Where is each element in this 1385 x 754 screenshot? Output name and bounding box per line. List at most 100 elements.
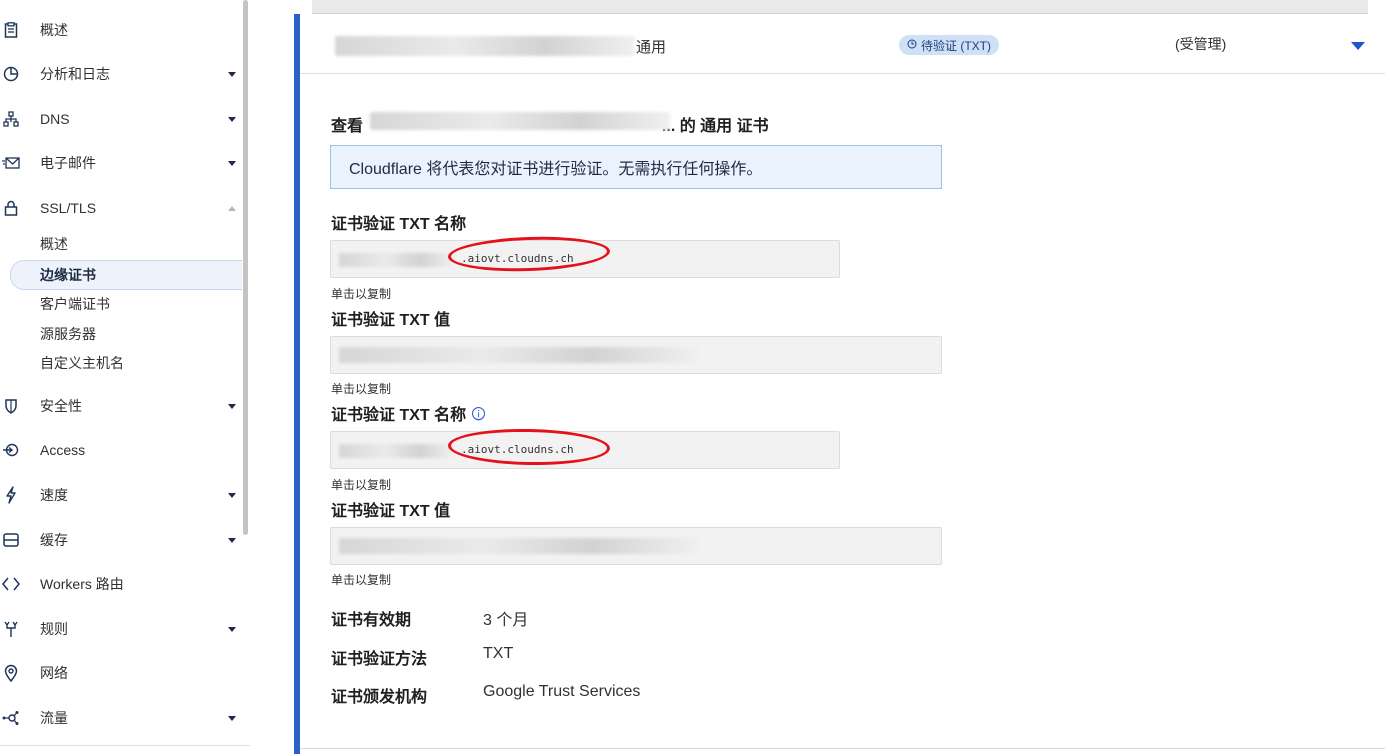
- network-icon: [2, 110, 20, 128]
- chevron-down-icon: [228, 537, 236, 543]
- copy-hint: 单击以复制: [331, 382, 392, 396]
- txt-value-2-copy-box[interactable]: [330, 527, 942, 565]
- sidebar-item-label: 分析和日志: [40, 66, 110, 82]
- sidebar-item-label: Access: [40, 442, 86, 458]
- field-label-text: 证书验证 TXT 名称: [331, 407, 467, 424]
- pie-chart-icon: [2, 65, 20, 83]
- sidebar-item-access[interactable]: Access: [0, 435, 242, 465]
- sidebar-scrollbar[interactable]: [243, 0, 248, 535]
- certificate-authority-value: Google Trust Services: [483, 683, 641, 700]
- sidebar-item-label: 网络: [40, 665, 68, 681]
- info-banner: Cloudflare 将代表您对证书进行验证。无需执行任何操作。: [330, 145, 942, 189]
- sidebar-item-label: 规则: [40, 621, 68, 637]
- certificate-authority-label: 证书颁发机构: [331, 689, 428, 706]
- sidebar-item-security[interactable]: 安全性: [0, 391, 242, 421]
- redacted-hostname: [335, 36, 635, 56]
- cache-icon: [2, 531, 20, 549]
- chevron-down-icon: [228, 160, 236, 166]
- sidebar-divider: [0, 745, 250, 746]
- sidebar-subitem-label: 源服务器: [40, 326, 96, 342]
- sidebar-item-label: DNS: [40, 111, 70, 127]
- info-banner-text: Cloudflare 将代表您对证书进行验证。无需执行任何操作。: [349, 161, 763, 178]
- sidebar-subitem-label: 客户端证书: [40, 296, 110, 312]
- status-badge: 待验证 (TXT): [899, 35, 999, 55]
- info-icon[interactable]: ⓘ: [472, 406, 485, 423]
- sidebar-item-analytics[interactable]: 分析和日志: [0, 59, 242, 89]
- field-label-text: 证书验证 TXT 值: [331, 503, 451, 520]
- sidebar-item-rules[interactable]: 规则: [0, 614, 242, 644]
- clock-icon: [907, 38, 917, 52]
- sidebar-item-label: 电子邮件: [40, 155, 96, 171]
- validation-method-value: TXT: [483, 645, 514, 662]
- sidebar-item-traffic[interactable]: 流量: [0, 703, 242, 733]
- panel-title-suffix: ... 的 通用 证书: [661, 118, 769, 135]
- sidebar-item-email[interactable]: 电子邮件: [0, 148, 242, 178]
- certificate-type: 通用: [636, 39, 667, 56]
- redacted-title-hostname: [370, 112, 670, 130]
- validation-method-label: 证书验证方法: [331, 651, 428, 668]
- redacted-value: [339, 444, 454, 458]
- sidebar-item-label: 速度: [40, 487, 68, 503]
- sidebar-subitem-label: 概述: [40, 236, 68, 252]
- table-header-strip: [312, 0, 1368, 14]
- validity-value: 3 个月: [483, 612, 529, 629]
- field-label-text: 证书验证 TXT 名称: [331, 216, 467, 233]
- sidebar-item-label: 安全性: [40, 398, 82, 414]
- sidebar-item-workers-routes[interactable]: Workers 路由: [0, 569, 242, 599]
- sidebar-subitem-origin-server[interactable]: 源服务器: [40, 321, 96, 347]
- sidebar-item-speed[interactable]: 速度: [0, 480, 242, 510]
- lightning-icon: [2, 486, 20, 504]
- copy-hint: 单击以复制: [331, 287, 392, 301]
- clipboard-icon: [2, 21, 20, 39]
- txt-value-1-copy-box[interactable]: [330, 336, 942, 374]
- redacted-value: [339, 347, 699, 363]
- expand-row-button[interactable]: [1351, 42, 1365, 50]
- copy-hint: 单击以复制: [331, 573, 392, 587]
- shield-icon: [2, 397, 20, 415]
- field-label-txt-name-2: 证书验证 TXT 名称 ⓘ: [331, 401, 485, 425]
- panel-title-prefix: 查看: [331, 118, 364, 135]
- field-label-txt-name-1: 证书验证 TXT 名称: [331, 210, 466, 234]
- validity-label: 证书有效期: [331, 612, 412, 629]
- sidebar: 概述 分析和日志 DNS 电子邮件 SSL/TLS 概述 边缘证书 客户端证书 …: [0, 0, 250, 754]
- sidebar-item-caching[interactable]: 缓存: [0, 525, 242, 555]
- chevron-down-icon: [228, 492, 236, 498]
- sidebar-item-label: 概述: [40, 22, 68, 38]
- access-icon: [2, 441, 20, 459]
- sidebar-subitem-ssl-overview[interactable]: 概述: [40, 231, 68, 257]
- sidebar-item-label: 缓存: [40, 532, 68, 548]
- workers-icon: [2, 575, 20, 593]
- status-text: 待验证 (TXT): [921, 38, 991, 53]
- chevron-down-icon: [228, 626, 236, 632]
- sidebar-subitem-label: 边缘证书: [40, 267, 96, 283]
- chevron-down-icon: [228, 715, 236, 721]
- sidebar-item-network[interactable]: 网络: [0, 658, 242, 688]
- sidebar-subitem-edge-certificates[interactable]: 边缘证书: [10, 260, 242, 290]
- sidebar-item-overview[interactable]: 概述: [0, 15, 242, 45]
- panel-divider: [300, 748, 1385, 749]
- redacted-value: [339, 538, 699, 554]
- chevron-down-icon: [228, 116, 236, 122]
- lock-icon: [2, 199, 20, 217]
- sidebar-item-label: Workers 路由: [40, 576, 124, 592]
- chevron-up-icon: [228, 205, 236, 211]
- sidebar-subitem-custom-hostnames[interactable]: 自定义主机名: [40, 350, 124, 376]
- copy-hint: 单击以复制: [331, 478, 392, 492]
- sidebar-subitem-label: 自定义主机名: [40, 355, 124, 371]
- field-label-txt-value-1: 证书验证 TXT 值: [331, 306, 450, 330]
- location-pin-icon: [2, 664, 20, 682]
- sidebar-item-label: SSL/TLS: [40, 200, 97, 216]
- selected-row-accent: [294, 14, 300, 754]
- traffic-icon: [2, 709, 20, 727]
- envelope-icon: [2, 154, 20, 172]
- sidebar-item-label: 流量: [40, 710, 68, 726]
- rules-icon: [2, 620, 20, 638]
- field-label-txt-value-2: 证书验证 TXT 值: [331, 497, 450, 521]
- field-label-text: 证书验证 TXT 值: [331, 312, 451, 329]
- chevron-down-icon: [228, 403, 236, 409]
- sidebar-item-dns[interactable]: DNS: [0, 104, 242, 134]
- managed-label: (受管理): [1175, 36, 1227, 52]
- chevron-down-icon: [228, 71, 236, 77]
- sidebar-item-ssl-tls[interactable]: SSL/TLS: [0, 193, 242, 223]
- sidebar-subitem-client-certificates[interactable]: 客户端证书: [40, 291, 110, 317]
